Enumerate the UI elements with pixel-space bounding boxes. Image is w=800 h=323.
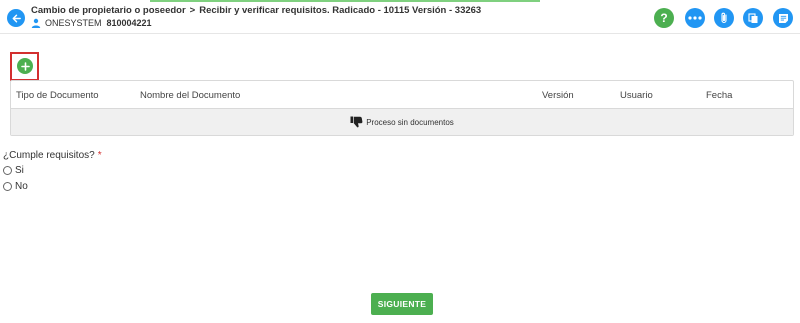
copy-button[interactable] — [743, 8, 763, 28]
column-header-usuario: Usuario — [620, 90, 653, 101]
breadcrumb: Cambio de propietario o poseedor > Recibir… — [31, 5, 481, 16]
required-asterisk: * — [97, 150, 102, 161]
help-icon: ? — [660, 11, 668, 25]
help-button[interactable]: ? — [654, 8, 674, 28]
option-no[interactable]: No — [3, 181, 28, 192]
option-no-label: No — [15, 181, 28, 192]
empty-state-text: Proceso sin documentos — [366, 117, 454, 127]
radio-si[interactable] — [3, 166, 12, 175]
notes-icon — [778, 13, 788, 23]
add-document-button[interactable] — [17, 58, 33, 74]
radio-no[interactable] — [3, 182, 12, 191]
page-header: Cambio de propietario o poseedor > Recibir… — [0, 0, 800, 34]
user-id: 810004221 — [106, 18, 152, 28]
plus-icon — [20, 61, 30, 71]
back-button[interactable] — [7, 9, 25, 27]
breadcrumb-separator: > — [189, 5, 196, 16]
table-header: Tipo de Documento Nombre del Documento V… — [11, 81, 793, 109]
thumbs-down-icon — [350, 116, 363, 128]
column-header-tipo: Tipo de Documento — [16, 90, 99, 101]
column-header-fecha: Fecha — [706, 90, 733, 101]
next-button[interactable]: SIGUIENTE — [371, 293, 433, 315]
back-arrow-icon — [12, 14, 21, 22]
user-icon — [31, 18, 41, 28]
process-name: Cambio de propietario o poseedor — [31, 5, 186, 16]
more-options-button[interactable] — [685, 8, 705, 28]
requirements-question: ¿Cumple requisitos? * — [3, 150, 102, 161]
column-header-version: Versión — [542, 90, 574, 101]
notes-button[interactable] — [773, 8, 793, 28]
user-name: ONESYSTEM — [45, 18, 102, 28]
question-label: ¿Cumple requisitos? — [3, 150, 95, 161]
paperclip-icon — [721, 12, 727, 24]
empty-state-row: Proceso sin documentos — [11, 109, 793, 135]
attachments-button[interactable] — [714, 8, 734, 28]
option-si-label: Si — [15, 165, 24, 176]
user-info: ONESYSTEM 810004221 — [31, 18, 152, 28]
documents-table: Tipo de Documento Nombre del Documento V… — [10, 80, 794, 136]
step-title: Recibir y verificar requisitos. Radicado… — [199, 5, 482, 16]
copy-icon — [747, 12, 757, 23]
add-document-highlight — [10, 52, 39, 81]
more-options-icon — [688, 16, 702, 20]
column-header-nombre: Nombre del Documento — [140, 90, 241, 101]
option-si[interactable]: Si — [3, 165, 24, 176]
